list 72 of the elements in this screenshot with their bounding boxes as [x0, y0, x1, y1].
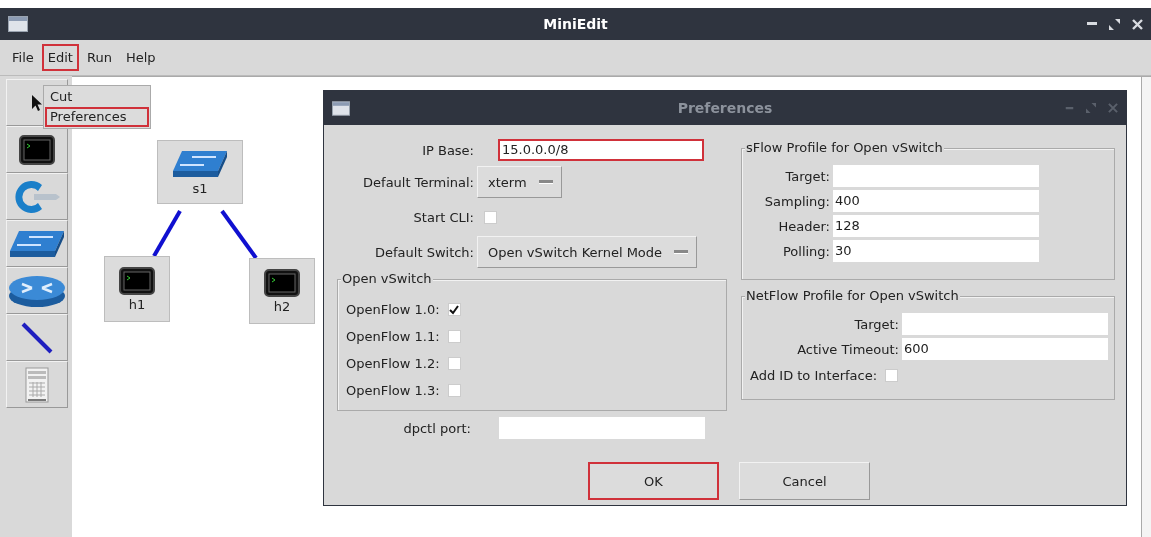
terminal-icon	[264, 268, 300, 297]
field-label: Polling:	[781, 243, 831, 259]
maximize-icon[interactable]	[1109, 18, 1120, 30]
dialog-button[interactable]: Cancel	[739, 462, 870, 500]
switch-dropdown[interactable]: Open vSwitch Kernel Mode	[477, 236, 698, 268]
window-title: MiniEdit	[543, 16, 608, 32]
field-label: Default Switch:	[374, 244, 474, 260]
checkbox[interactable]	[885, 368, 899, 382]
host-tool-button[interactable]	[6, 126, 68, 173]
field-label: Active Timeout:	[796, 341, 900, 357]
pointer-icon	[31, 93, 43, 112]
node-label: h1	[128, 296, 146, 312]
switch-icon	[9, 228, 65, 259]
input-field[interactable]: 600	[902, 338, 1108, 360]
checkbox[interactable]	[484, 210, 497, 224]
network-node[interactable]: h2	[249, 258, 315, 324]
checkbox[interactable]	[447, 357, 461, 370]
checkbox[interactable]	[447, 303, 461, 316]
server-icon	[25, 366, 49, 403]
node-label: s1	[192, 180, 208, 196]
terminal-dropdown[interactable]: xterm	[477, 166, 562, 198]
field-label: Header:	[777, 218, 831, 234]
switch-icon	[172, 148, 228, 179]
checkbox[interactable]	[447, 384, 461, 397]
option-label: OpenFlow 1.3:	[346, 383, 440, 398]
option-label: OpenFlow 1.2:	[346, 356, 440, 371]
link-line[interactable]	[220, 209, 258, 260]
window-icon	[8, 16, 28, 32]
network-node[interactable]: s1	[157, 140, 243, 204]
menu-item[interactable]: File	[6, 44, 40, 71]
field-label: Start CLI:	[412, 209, 474, 225]
controller-tool-button[interactable]	[6, 173, 68, 220]
option-label: Add ID to Interface:	[750, 367, 878, 383]
group-title: sFlow Profile for Open vSwitch	[745, 140, 944, 156]
menu-item[interactable]: Help	[119, 44, 162, 71]
option-label: OpenFlow 1.0:	[346, 302, 440, 317]
menu-item[interactable]: Edit	[41, 44, 79, 71]
terminal-icon	[119, 266, 155, 295]
group-title: NetFlow Profile for Open vSwitch	[745, 288, 960, 304]
field-label: Default Terminal:	[362, 174, 474, 190]
scrollbar[interactable]	[1141, 77, 1151, 537]
menu-item[interactable]: Preferences	[45, 107, 149, 127]
dialog-button[interactable]: OK	[588, 462, 719, 500]
dialog-title: Preferences	[677, 100, 773, 116]
input-field[interactable]	[902, 313, 1108, 335]
switch-tool-button[interactable]	[6, 220, 68, 267]
node-label: h2	[273, 298, 291, 314]
network-node[interactable]: h1	[104, 256, 170, 322]
terminal-icon	[19, 134, 55, 165]
menu-item[interactable]: Cut	[45, 87, 149, 107]
ip-base-field[interactable]: 15.0.0.0/8	[498, 139, 704, 161]
link-line[interactable]	[152, 210, 182, 257]
router-tool-button[interactable]	[6, 267, 68, 314]
group-title: Open vSwitch	[341, 271, 433, 287]
field-label: Target:	[853, 316, 900, 332]
window-icon	[332, 100, 350, 116]
input-field[interactable]: 400	[833, 190, 1039, 212]
field-label: Target:	[784, 168, 831, 184]
input-field[interactable]: 30	[833, 240, 1039, 262]
router-icon	[8, 273, 66, 308]
input-field[interactable]: 128	[833, 215, 1039, 237]
checkbox[interactable]	[447, 330, 461, 343]
input-field[interactable]	[833, 165, 1039, 187]
menu-item[interactable]: Run	[80, 44, 118, 71]
link-tool-button[interactable]	[6, 314, 68, 361]
dpctl-port-field[interactable]	[499, 417, 705, 439]
field-label: IP Base:	[421, 142, 474, 158]
link-line-icon	[20, 320, 54, 355]
field-label: dpctl port:	[402, 420, 471, 436]
minimize-icon[interactable]	[1087, 22, 1097, 26]
field-label: Sampling:	[763, 193, 831, 209]
option-label: OpenFlow 1.1:	[346, 329, 440, 344]
